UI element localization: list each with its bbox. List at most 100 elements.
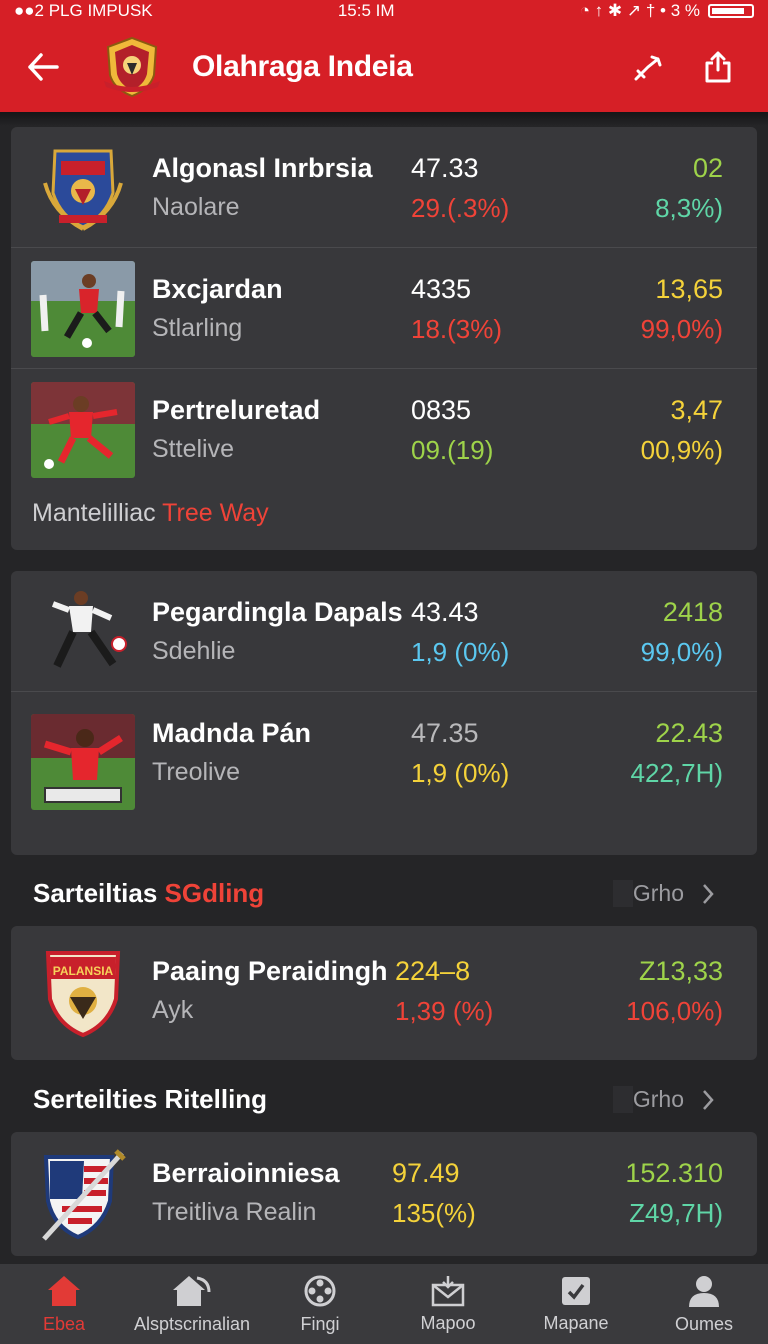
stats-card-1: Algonasl Inrbrsia Naolare 47.33 29.(.3%)… <box>11 127 757 550</box>
arrow-left-icon <box>28 53 59 81</box>
soccer-player-photo <box>31 584 135 680</box>
nav-label: Fingi <box>300 1313 340 1334</box>
app-bar: Olahraga Indeia <box>0 22 768 112</box>
item-score: 13,65 <box>655 274 723 304</box>
card-footer: Mantelilliac Tree Way <box>32 499 269 528</box>
nav-label: Ebea <box>42 1313 86 1334</box>
item-name: Paaing Peraidingh <box>152 956 388 986</box>
nav-item-film[interactable]: Fingi <box>256 1274 384 1335</box>
app-bar-shadow <box>0 112 768 126</box>
nav-item-tasks[interactable]: Mapane <box>512 1275 640 1334</box>
soccer-player-photo <box>31 382 135 478</box>
item-subtitle: Ayk <box>152 996 194 1024</box>
item-score: 02 <box>692 153 723 183</box>
item-value: 97.49 <box>392 1158 460 1188</box>
nav-item-home[interactable]: Ebea <box>0 1274 128 1335</box>
page-title: Olahraga Indeia <box>192 50 413 83</box>
section-1-card: PALANSIA Paaing Peraidingh Ayk 224–8 1,3… <box>11 926 757 1060</box>
status-bar: ●●2 PLG IMPUSK 15:5 IM ◔ ↑ ✱ ↗ † • 3 % <box>0 0 768 22</box>
list-item[interactable]: Algonasl Inrbrsia Naolare 47.33 29.(.3%)… <box>11 127 757 248</box>
see-all-link[interactable]: Grho <box>612 1086 714 1113</box>
item-percent: 8,3%) <box>655 193 723 223</box>
item-name: Bxcjardan <box>152 274 283 304</box>
item-value: 0835 <box>411 395 472 425</box>
item-change: 1,9 (0%) <box>411 637 510 667</box>
back-button[interactable] <box>20 44 66 90</box>
battery-icon <box>707 4 754 18</box>
chevron-right-icon <box>703 1089 714 1110</box>
item-subtitle: Stlarling <box>152 314 243 342</box>
item-score: 152.310 <box>625 1158 723 1188</box>
item-change: 18.(3%) <box>411 314 503 344</box>
house-chart-icon <box>173 1275 211 1306</box>
footer-link[interactable]: Tree Way <box>162 499 269 527</box>
link-button[interactable] <box>628 47 668 87</box>
item-change: 1,39 (%) <box>395 996 494 1026</box>
item-subtitle: Sdehlie <box>152 637 236 665</box>
item-change: 1,9 (0%) <box>411 758 510 788</box>
item-name: Madnda Pán <box>152 718 312 748</box>
nav-label: Alsptscrinalian <box>133 1313 251 1334</box>
item-percent: 106,0%) <box>626 996 723 1026</box>
item-name: Algonasl Inrbrsia <box>152 153 373 183</box>
film-reel-icon <box>304 1275 336 1306</box>
item-score: 2418 <box>662 597 723 627</box>
item-change: 135(%) <box>392 1198 476 1228</box>
nav-label: Oumes <box>674 1313 734 1334</box>
section-title: Sarteiltias SGdling <box>33 878 264 909</box>
list-item[interactable]: Madnda Pán Treolive 47.35 1,9 (0%) 22.43… <box>11 692 757 813</box>
list-item[interactable]: Pertreluretad Sttelive 0835 09.(19) 3,47… <box>11 369 757 490</box>
item-value: 4335 <box>411 274 472 304</box>
link-icon <box>634 55 662 81</box>
checkbox-icon <box>562 1276 590 1305</box>
header-actions <box>628 47 738 87</box>
share-icon <box>705 51 731 83</box>
nav-label: Mapoo <box>420 1312 476 1333</box>
list-item[interactable]: PALANSIA Paaing Peraidingh Ayk 224–8 1,3… <box>11 926 757 1060</box>
list-item[interactable]: Bxcjardan Stlarling 4335 18.(3%) 13,65 9… <box>11 248 757 369</box>
nav-label: Mapane <box>543 1312 609 1333</box>
see-all-label: Grho <box>632 1086 684 1112</box>
status-right: ◔ ↑ ✱ ↗ † • 3 % <box>580 1 754 21</box>
item-subtitle: Treitliva Realin <box>152 1198 317 1226</box>
item-name: Pertreluretad <box>152 395 321 425</box>
item-value: 47.33 <box>411 153 479 183</box>
item-percent: 99,0%) <box>640 637 723 667</box>
item-name: Pegardingla Dapals <box>152 597 403 627</box>
see-all-label: Grho <box>632 880 684 906</box>
inbox-icon <box>431 1275 465 1306</box>
item-percent: 422,7H) <box>630 758 724 788</box>
see-all-link[interactable]: Grho <box>612 880 714 907</box>
nav-item-analytics[interactable]: Alsptscrinalian <box>128 1274 256 1335</box>
section-title-accent: SGdling <box>164 878 265 908</box>
status-time: 15:5 IM <box>337 1 395 20</box>
item-score: 3,47 <box>670 395 723 425</box>
user-icon <box>689 1275 719 1307</box>
item-value: 43.43 <box>411 597 479 627</box>
list-item[interactable]: Berraioinniesa Treitliva Realin 97.49 13… <box>11 1132 757 1256</box>
status-icons: ◔ ↑ ✱ ↗ † • 3 % <box>579 1 700 20</box>
section-2-card: Berraioinniesa Treitliva Realin 97.49 13… <box>11 1132 757 1256</box>
item-subtitle: Naolare <box>152 193 240 221</box>
app-logo-crest-icon <box>104 36 160 98</box>
footer-label: Mantelilliac <box>32 499 156 527</box>
section-title: Serteilties Ritelling <box>33 1084 268 1114</box>
item-percent: 00,9%) <box>640 435 723 465</box>
stats-card-2: Pegardingla Dapals Sdehlie 43.43 1,9 (0%… <box>11 571 757 855</box>
soccer-player-photo <box>31 261 135 357</box>
item-percent: Z49,7H) <box>629 1198 723 1228</box>
item-change: 09.(19) <box>411 435 494 465</box>
home-icon <box>48 1275 80 1306</box>
nav-item-profile[interactable]: Oumes <box>640 1274 768 1335</box>
item-subtitle: Sttelive <box>152 435 234 463</box>
item-name: Berraioinniesa <box>152 1158 340 1188</box>
nav-item-inbox[interactable]: Mapoo <box>384 1275 512 1334</box>
item-subtitle: Treolive <box>152 758 240 786</box>
list-item[interactable]: Pegardingla Dapals Sdehlie 43.43 1,9 (0%… <box>11 571 757 692</box>
item-value: 47.35 <box>411 718 479 748</box>
section-title-main: Sarteiltias <box>33 878 158 908</box>
sword-shield-crest-icon <box>31 1148 135 1244</box>
item-value: 224–8 <box>395 956 471 986</box>
share-button[interactable] <box>698 47 738 87</box>
bottom-nav: Ebea Alsptscrinalian Fingi Mapoo Mapane … <box>0 1264 768 1344</box>
